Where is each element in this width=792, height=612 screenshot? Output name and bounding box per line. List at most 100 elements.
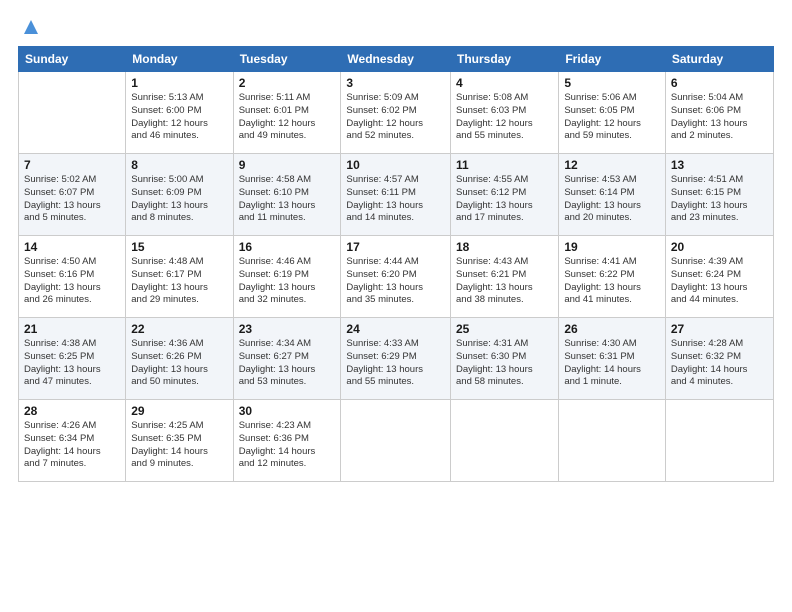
calendar-cell: 11 Sunrise: 4:55 AM Sunset: 6:12 PM Dayli…	[451, 154, 559, 236]
day-info: Sunrise: 4:38 AM Sunset: 6:25 PM Dayligh…	[24, 338, 120, 389]
day-number: 15	[131, 240, 227, 254]
day-info: Sunrise: 5:13 AM Sunset: 6:00 PM Dayligh…	[131, 92, 227, 143]
calendar-cell: 4 Sunrise: 5:08 AM Sunset: 6:03 PM Daylig…	[451, 72, 559, 154]
day-number: 8	[131, 158, 227, 172]
week-row-5: 28 Sunrise: 4:26 AM Sunset: 6:34 PM Dayli…	[19, 400, 774, 482]
day-info: Sunrise: 4:51 AM Sunset: 6:15 PM Dayligh…	[671, 174, 768, 225]
calendar-cell	[665, 400, 773, 482]
calendar-cell: 23 Sunrise: 4:34 AM Sunset: 6:27 PM Dayli…	[233, 318, 341, 400]
calendar-cell: 7 Sunrise: 5:02 AM Sunset: 6:07 PM Daylig…	[19, 154, 126, 236]
calendar-cell: 6 Sunrise: 5:04 AM Sunset: 6:06 PM Daylig…	[665, 72, 773, 154]
calendar-cell: 16Sunrise: 4:46 AM Sunset: 6:19 PM Dayli…	[233, 236, 341, 318]
day-number: 19	[564, 240, 660, 254]
logo-icon	[20, 16, 42, 38]
logo-text	[18, 16, 42, 38]
header	[18, 16, 774, 36]
day-number: 11	[456, 158, 553, 172]
weekday-header-sunday: Sunday	[19, 47, 126, 72]
day-number: 17	[346, 240, 445, 254]
weekday-header-friday: Friday	[559, 47, 666, 72]
calendar-cell: 9 Sunrise: 4:58 AM Sunset: 6:10 PM Daylig…	[233, 154, 341, 236]
day-number: 27	[671, 322, 768, 336]
day-number: 13	[671, 158, 768, 172]
day-info: Sunrise: 4:28 AM Sunset: 6:32 PM Dayligh…	[671, 338, 768, 389]
day-info: Sunrise: 5:02 AM Sunset: 6:07 PM Dayligh…	[24, 174, 120, 225]
day-info: Sunrise: 5:08 AM Sunset: 6:03 PM Dayligh…	[456, 92, 553, 143]
weekday-header-wednesday: Wednesday	[341, 47, 451, 72]
day-number: 30	[239, 404, 336, 418]
day-info: Sunrise: 4:44 AM Sunset: 6:20 PM Dayligh…	[346, 256, 445, 307]
day-info: Sunrise: 4:53 AM Sunset: 6:14 PM Dayligh…	[564, 174, 660, 225]
calendar-cell: 19 Sunrise: 4:41 AM Sunset: 6:22 PM Dayli…	[559, 236, 666, 318]
day-number: 28	[24, 404, 120, 418]
day-info: Sunrise: 5:04 AM Sunset: 6:06 PM Dayligh…	[671, 92, 768, 143]
calendar-cell: 18 Sunrise: 4:43 AM Sunset: 6:21 PM Dayli…	[451, 236, 559, 318]
day-number: 3	[346, 76, 445, 90]
calendar-cell: 13 Sunrise: 4:51 AM Sunset: 6:15 PM Dayli…	[665, 154, 773, 236]
day-number: 24	[346, 322, 445, 336]
day-number: 23	[239, 322, 336, 336]
day-number: 10	[346, 158, 445, 172]
day-number: 14	[24, 240, 120, 254]
calendar-cell	[341, 400, 451, 482]
day-info: Sunrise: 5:09 AM Sunset: 6:02 PM Dayligh…	[346, 92, 445, 143]
logo	[18, 16, 42, 36]
weekday-header-row: SundayMondayTuesdayWednesdayThursdayFrid…	[19, 47, 774, 72]
calendar-cell: 27 Sunrise: 4:28 AM Sunset: 6:32 PM Dayli…	[665, 318, 773, 400]
weekday-header-monday: Monday	[126, 47, 233, 72]
day-info: Sunrise: 4:33 AM Sunset: 6:29 PM Dayligh…	[346, 338, 445, 389]
calendar-cell: 28 Sunrise: 4:26 AM Sunset: 6:34 PM Dayli…	[19, 400, 126, 482]
calendar-cell: 20 Sunrise: 4:39 AM Sunset: 6:24 PM Dayli…	[665, 236, 773, 318]
day-number: 1	[131, 76, 227, 90]
day-number: 18	[456, 240, 553, 254]
day-info: Sunrise: 4:48 AM Sunset: 6:17 PM Dayligh…	[131, 256, 227, 307]
day-info: Sunrise: 5:11 AM Sunset: 6:01 PM Dayligh…	[239, 92, 336, 143]
day-info: Sunrise: 4:55 AM Sunset: 6:12 PM Dayligh…	[456, 174, 553, 225]
day-number: 4	[456, 76, 553, 90]
calendar-cell	[19, 72, 126, 154]
week-row-2: 7 Sunrise: 5:02 AM Sunset: 6:07 PM Daylig…	[19, 154, 774, 236]
day-info: Sunrise: 4:46 AM Sunset: 6:19 PM Dayligh…	[239, 256, 336, 307]
day-info: Sunrise: 4:39 AM Sunset: 6:24 PM Dayligh…	[671, 256, 768, 307]
day-number: 22	[131, 322, 227, 336]
calendar-cell: 29Sunrise: 4:25 AM Sunset: 6:35 PM Dayli…	[126, 400, 233, 482]
day-number: 9	[239, 158, 336, 172]
calendar-table: SundayMondayTuesdayWednesdayThursdayFrid…	[18, 46, 774, 482]
day-info: Sunrise: 4:31 AM Sunset: 6:30 PM Dayligh…	[456, 338, 553, 389]
day-number: 20	[671, 240, 768, 254]
calendar-cell: 10 Sunrise: 4:57 AM Sunset: 6:11 PM Dayli…	[341, 154, 451, 236]
calendar-cell: 2 Sunrise: 5:11 AM Sunset: 6:01 PM Daylig…	[233, 72, 341, 154]
day-info: Sunrise: 4:23 AM Sunset: 6:36 PM Dayligh…	[239, 420, 336, 471]
day-number: 29	[131, 404, 227, 418]
calendar-cell: 30 Sunrise: 4:23 AM Sunset: 6:36 PM Dayli…	[233, 400, 341, 482]
calendar-cell: 14 Sunrise: 4:50 AM Sunset: 6:16 PM Dayli…	[19, 236, 126, 318]
day-number: 7	[24, 158, 120, 172]
day-info: Sunrise: 4:36 AM Sunset: 6:26 PM Dayligh…	[131, 338, 227, 389]
day-number: 12	[564, 158, 660, 172]
week-row-3: 14 Sunrise: 4:50 AM Sunset: 6:16 PM Dayli…	[19, 236, 774, 318]
calendar-cell: 21 Sunrise: 4:38 AM Sunset: 6:25 PM Dayli…	[19, 318, 126, 400]
calendar-cell: 17 Sunrise: 4:44 AM Sunset: 6:20 PM Dayli…	[341, 236, 451, 318]
calendar-cell: 12 Sunrise: 4:53 AM Sunset: 6:14 PM Dayli…	[559, 154, 666, 236]
day-info: Sunrise: 4:58 AM Sunset: 6:10 PM Dayligh…	[239, 174, 336, 225]
week-row-4: 21 Sunrise: 4:38 AM Sunset: 6:25 PM Dayli…	[19, 318, 774, 400]
day-info: Sunrise: 4:34 AM Sunset: 6:27 PM Dayligh…	[239, 338, 336, 389]
day-number: 6	[671, 76, 768, 90]
day-number: 21	[24, 322, 120, 336]
day-number: 25	[456, 322, 553, 336]
calendar-cell: 26Sunrise: 4:30 AM Sunset: 6:31 PM Dayli…	[559, 318, 666, 400]
day-info: Sunrise: 5:06 AM Sunset: 6:05 PM Dayligh…	[564, 92, 660, 143]
calendar-cell	[559, 400, 666, 482]
day-info: Sunrise: 4:57 AM Sunset: 6:11 PM Dayligh…	[346, 174, 445, 225]
day-number: 2	[239, 76, 336, 90]
calendar-cell: 22 Sunrise: 4:36 AM Sunset: 6:26 PM Dayli…	[126, 318, 233, 400]
page: SundayMondayTuesdayWednesdayThursdayFrid…	[0, 0, 792, 612]
calendar-cell: 24 Sunrise: 4:33 AM Sunset: 6:29 PM Dayli…	[341, 318, 451, 400]
calendar-cell: 5 Sunrise: 5:06 AM Sunset: 6:05 PM Daylig…	[559, 72, 666, 154]
day-info: Sunrise: 4:43 AM Sunset: 6:21 PM Dayligh…	[456, 256, 553, 307]
day-info: Sunrise: 4:41 AM Sunset: 6:22 PM Dayligh…	[564, 256, 660, 307]
day-info: Sunrise: 4:50 AM Sunset: 6:16 PM Dayligh…	[24, 256, 120, 307]
day-info: Sunrise: 4:26 AM Sunset: 6:34 PM Dayligh…	[24, 420, 120, 471]
day-number: 26	[564, 322, 660, 336]
day-number: 5	[564, 76, 660, 90]
